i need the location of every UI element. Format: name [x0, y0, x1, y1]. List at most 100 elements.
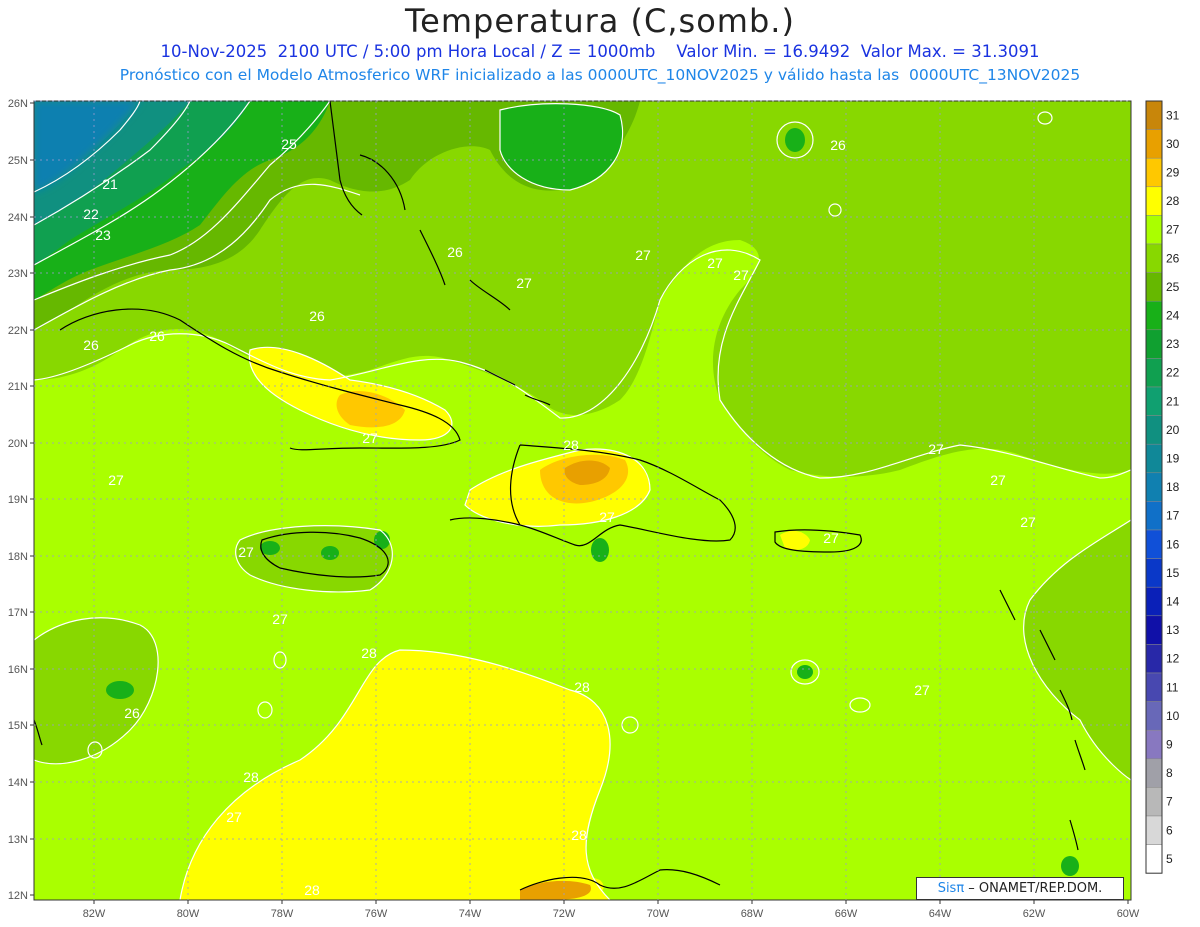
- colorbar-label: 22: [1166, 366, 1180, 380]
- lon-label: 78W: [271, 908, 294, 920]
- colorbar-swatch: [1145, 300, 1163, 331]
- colorbar-label: 23: [1166, 337, 1180, 351]
- colorbar-swatch: [1145, 243, 1163, 273]
- contour-label: 25: [281, 136, 297, 152]
- colorbar-label: 5: [1166, 852, 1173, 866]
- lon-label: 72W: [553, 908, 576, 920]
- contour-label: 26: [447, 244, 463, 260]
- colorbar-label: 30: [1166, 137, 1180, 151]
- contour-label: 27: [707, 255, 723, 271]
- contour-label: 28: [563, 437, 579, 453]
- colorbar-swatch: [1145, 701, 1163, 731]
- contour-label: 27: [635, 247, 651, 263]
- contour-label: 28: [574, 679, 590, 695]
- contour-label: 27: [108, 472, 124, 488]
- contour-label: 27: [362, 430, 378, 446]
- colorbar-label: 18: [1166, 480, 1180, 494]
- colorbar-swatch: [1145, 815, 1163, 845]
- contour-label: 21: [102, 176, 118, 192]
- colorbar-label: 19: [1166, 452, 1180, 466]
- colorbar-label: 25: [1166, 280, 1180, 294]
- contour-label: 27: [599, 509, 615, 525]
- colorbar-swatch: [1145, 729, 1163, 760]
- contour-label: 28: [304, 882, 320, 898]
- lon-label: 82W: [83, 908, 106, 920]
- colorbar-swatch: [1145, 329, 1163, 359]
- colorbar-swatch: [1145, 215, 1163, 245]
- lon-label: 76W: [365, 908, 388, 920]
- lat-label: 12N: [8, 890, 28, 902]
- lat-label: 18N: [8, 551, 28, 563]
- colorbar-swatch: [1145, 758, 1163, 788]
- lon-label: 80W: [177, 908, 200, 920]
- map-field: [34, 101, 1131, 900]
- colorbar-label: 15: [1166, 566, 1180, 580]
- colorbar-swatch: [1145, 844, 1163, 874]
- colorbar-label: 24: [1166, 309, 1180, 323]
- colorbar-swatch: [1145, 672, 1163, 702]
- colorbar-label: 20: [1166, 423, 1180, 437]
- lat-label: 25N: [8, 155, 28, 167]
- latitude-labels: 26N 25N 24N 23N 22N 21N 20N 19N 18N 17N …: [8, 98, 28, 902]
- contour-label: 28: [361, 645, 377, 661]
- sispi-brand: Sisπ: [937, 881, 965, 896]
- credit-box: Sisπ – ONAMET/REP.DOM.: [916, 877, 1124, 900]
- colorbar-swatch: [1145, 415, 1163, 445]
- contour-label: 26: [830, 137, 846, 153]
- colorbar-swatch: [1145, 157, 1163, 188]
- credit-text: – ONAMET/REP.DOM.: [964, 881, 1103, 896]
- lat-label: 20N: [8, 438, 28, 450]
- contour-label: 27: [226, 809, 242, 825]
- colorbar-label: 10: [1166, 709, 1180, 723]
- contour-label: 26: [83, 337, 99, 353]
- colorbar-swatch: [1145, 129, 1163, 159]
- colorbar-label: 14: [1166, 595, 1180, 609]
- lat-label: 21N: [8, 381, 28, 393]
- colorbar-label: 31: [1166, 108, 1180, 122]
- colorbar-swatch: [1145, 386, 1163, 416]
- colorbar-swatch: [1145, 586, 1163, 617]
- lon-label: 66W: [835, 908, 858, 920]
- colorbar-swatch: [1145, 644, 1163, 674]
- contour-label: 26: [124, 705, 140, 721]
- contour-label: 28: [571, 827, 587, 843]
- colorbar-swatch: [1145, 472, 1163, 502]
- colorbar-swatch: [1145, 358, 1163, 388]
- colorbar-swatch: [1145, 529, 1163, 559]
- lon-label: 68W: [741, 908, 764, 920]
- contour-label: 26: [149, 328, 165, 344]
- colorbar-swatch: [1145, 558, 1163, 588]
- lon-label: 70W: [647, 908, 670, 920]
- colorbar-swatch: [1145, 615, 1163, 645]
- lat-label: 17N: [8, 607, 28, 619]
- colorbar-swatch: [1145, 272, 1163, 302]
- colorbar-swatch: [1145, 443, 1163, 474]
- lat-label: 24N: [8, 212, 28, 224]
- lat-label: 26N: [8, 98, 28, 110]
- colorbar-label: 27: [1166, 223, 1180, 237]
- colorbar-label: 11: [1166, 680, 1179, 694]
- lat-label: 19N: [8, 494, 28, 506]
- contour-label: 27: [733, 267, 749, 283]
- contour-label: 27: [238, 544, 254, 560]
- colorbar-label: 12: [1166, 652, 1180, 666]
- colorbar-label: 13: [1166, 623, 1180, 637]
- colorbar: 31 30 29 28 27 26 25 24 23 22 21 20 19 18 17 16 15 14 13 12…: [1145, 100, 1180, 874]
- colorbar-label: 6: [1166, 823, 1173, 837]
- lat-label: 16N: [8, 664, 28, 676]
- colorbar-label: 7: [1166, 795, 1173, 809]
- colorbar-label: 9: [1166, 738, 1173, 752]
- colorbar-label: 8: [1166, 766, 1173, 780]
- colorbar-swatch: [1145, 100, 1163, 130]
- contour-label: 27: [990, 472, 1006, 488]
- contour-label: 27: [272, 611, 288, 627]
- lat-label: 13N: [8, 834, 28, 846]
- lat-label: 23N: [8, 268, 28, 280]
- colorbar-label: 29: [1166, 166, 1180, 180]
- contour-label: 27: [914, 682, 930, 698]
- colorbar-swatch: [1145, 787, 1163, 817]
- colorbar-label: 16: [1166, 537, 1180, 551]
- colorbar-label: 21: [1166, 394, 1180, 408]
- contour-label: 22: [83, 206, 99, 222]
- lon-label: 60W: [1117, 908, 1140, 920]
